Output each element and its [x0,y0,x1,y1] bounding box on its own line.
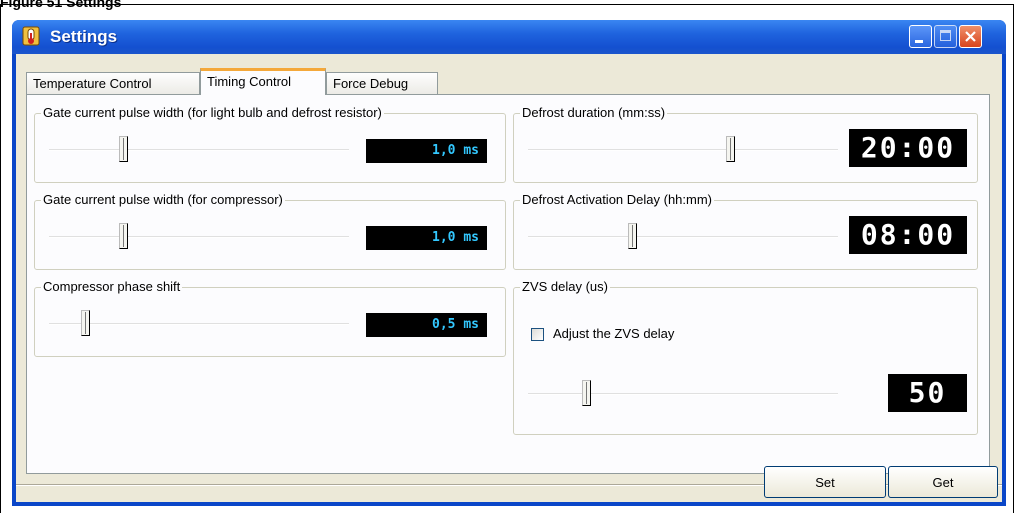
slider-track[interactable] [528,236,838,238]
gate-pulse-width-bulb-group: Gate current pulse width (for light bulb… [34,105,506,183]
zvs-delay-slider-thumb[interactable] [582,380,591,406]
defrost-duration-group: Defrost duration (mm:ss) 20:00 [513,105,978,183]
frame-line-top [0,4,1014,5]
gate-pulse-width-compressor-group: Gate current pulse width (for compressor… [34,192,506,270]
maximize-button[interactable] [934,25,957,48]
zvs-delay-group: ZVS delay (us) Adjust the ZVS delay 50 [513,279,978,435]
group-label: Defrost duration (mm:ss) [520,105,668,120]
group-label: Gate current pulse width (for light bulb… [41,105,384,120]
group-label: Compressor phase shift [41,279,183,294]
tab-temperature-control[interactable]: Temperature Control [26,72,200,94]
compressor-phase-shift-slider-thumb[interactable] [81,310,90,336]
slider-track[interactable] [49,323,349,325]
tab-label: Temperature Control [33,76,152,91]
minimize-button[interactable] [909,25,932,48]
client-area: Temperature Control Timing Control Force… [16,54,1002,502]
compressor-phase-shift-group: Compressor phase shift 0,5 ms [34,279,506,357]
gate-pulse-bulb-value: 1,0 ms [366,139,487,163]
zvs-delay-display: 50 [888,374,967,412]
tab-timing-control[interactable]: Timing Control [200,68,326,95]
app-icon [22,26,40,46]
tab-force-debug[interactable]: Force Debug [326,72,438,94]
adjust-zvs-delay-label[interactable]: Adjust the ZVS delay [553,326,674,341]
maximize-icon [940,30,951,41]
title-bar[interactable]: Settings [12,20,1006,54]
tab-label: Timing Control [207,74,292,89]
defrost-activation-delay-display: 08:00 [849,216,967,254]
get-button[interactable]: Get [888,466,998,498]
defrost-activation-delay-slider-thumb[interactable] [628,223,637,249]
slider-track[interactable] [528,393,838,395]
slider-track[interactable] [528,149,838,151]
defrost-duration-slider-thumb[interactable] [726,136,735,162]
group-label: Gate current pulse width (for compressor… [41,192,285,207]
group-label: ZVS delay (us) [520,279,610,294]
gate-pulse-bulb-slider-thumb[interactable] [119,136,128,162]
timing-control-panel: Gate current pulse width (for light bulb… [26,94,990,474]
defrost-duration-display: 20:00 [849,129,967,167]
window-title: Settings [50,27,118,46]
close-button[interactable] [959,25,982,48]
slider-track[interactable] [49,149,349,151]
close-icon [965,31,976,42]
figure-caption: Figure 51 Settings [0,0,122,10]
settings-window: Settings Temperature Control Timing Cont… [12,20,1006,506]
defrost-activation-delay-group: Defrost Activation Delay (hh:mm) 08:00 [513,192,978,270]
group-label: Defrost Activation Delay (hh:mm) [520,192,715,207]
minimize-icon [915,40,923,43]
slider-track[interactable] [49,236,349,238]
set-button[interactable]: Set [764,466,886,498]
frame-line-left [0,4,1,513]
tab-label: Force Debug [333,76,409,91]
gate-pulse-compressor-slider-thumb[interactable] [119,223,128,249]
adjust-zvs-delay-checkbox[interactable] [531,328,544,341]
compressor-phase-shift-value: 0,5 ms [366,313,487,337]
gate-pulse-compressor-value: 1,0 ms [366,226,487,250]
